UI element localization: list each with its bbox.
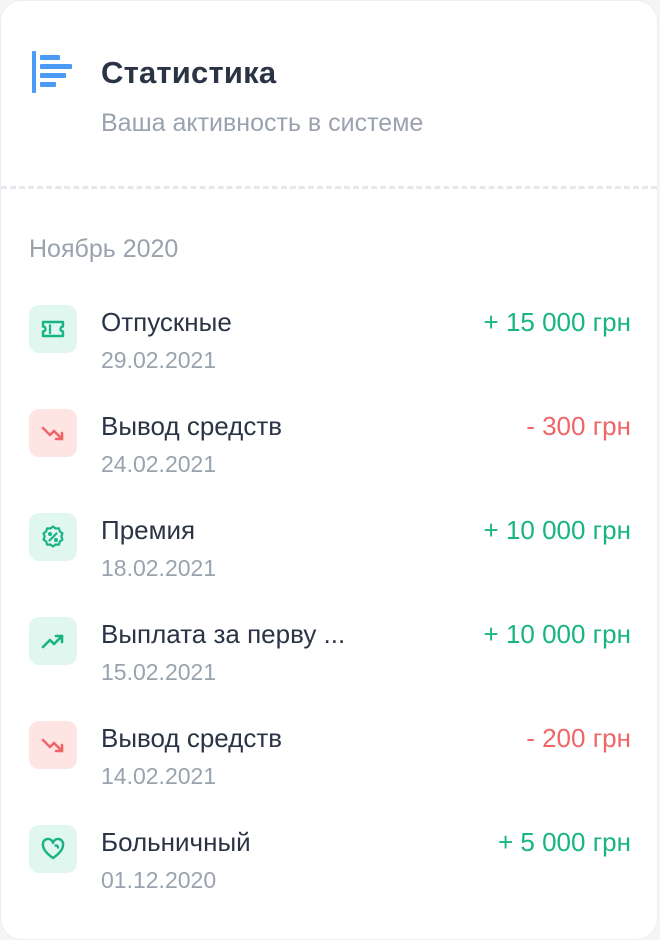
transaction-title: Больничный <box>101 827 251 857</box>
trend-down-icon <box>29 409 77 457</box>
transaction-title: Вывод средств <box>101 411 283 441</box>
transaction-row[interactable]: Больничный 01.12.2020 + 5 000 грн <box>1 821 657 925</box>
transaction-amount: + 15 000 грн <box>483 307 631 337</box>
transaction-title: Вывод средств <box>101 723 283 753</box>
transaction-row[interactable]: Отпускные 29.02.2021 + 15 000 грн <box>1 301 657 405</box>
transaction-title: Премия <box>101 515 196 545</box>
page-title: Статистика <box>101 55 277 90</box>
transaction-date: 29.02.2021 <box>101 347 217 373</box>
trend-up-icon <box>29 617 77 665</box>
transaction-amount: + 10 000 грн <box>483 515 631 545</box>
transaction-date: 24.02.2021 <box>101 451 217 477</box>
transaction-amount: - 300 грн <box>526 411 631 441</box>
month-label: Ноябрь 2020 <box>29 235 179 263</box>
transaction-date: 15.02.2021 <box>101 659 217 685</box>
trend-down-icon <box>29 721 77 769</box>
transaction-date: 18.02.2021 <box>101 555 217 581</box>
page-subtitle: Ваша активность в системе <box>101 109 424 137</box>
transaction-date: 14.02.2021 <box>101 763 217 789</box>
transaction-row[interactable]: Вывод средств 24.02.2021 - 300 грн <box>1 405 657 509</box>
transaction-amount: + 5 000 грн <box>498 827 631 857</box>
transaction-list: Отпускные 29.02.2021 + 15 000 грн Вывод сре… <box>1 301 657 925</box>
transaction-row[interactable]: Вывод средств 14.02.2021 - 200 грн <box>1 717 657 821</box>
transaction-title: Выплата за перву ... <box>101 619 346 649</box>
transaction-row[interactable]: Выплата за перву ... 15.02.2021 + 10 000 г… <box>1 613 657 717</box>
transaction-amount: - 200 грн <box>526 723 631 753</box>
transaction-amount: + 10 000 грн <box>483 619 631 649</box>
statistics-header: Статистика Ваша активность в системе <box>1 1 657 189</box>
statistics-card: Статистика Ваша активность в системе Ноя… <box>0 0 658 940</box>
dashed-divider <box>1 186 657 189</box>
heart-icon <box>29 825 77 873</box>
bar-chart-icon <box>32 51 72 93</box>
discount-badge-icon <box>29 513 77 561</box>
transaction-date: 01.12.2020 <box>101 867 217 893</box>
transaction-title: Отпускные <box>101 307 232 337</box>
ticket-icon <box>29 305 77 353</box>
transaction-row[interactable]: Премия 18.02.2021 + 10 000 грн <box>1 509 657 613</box>
